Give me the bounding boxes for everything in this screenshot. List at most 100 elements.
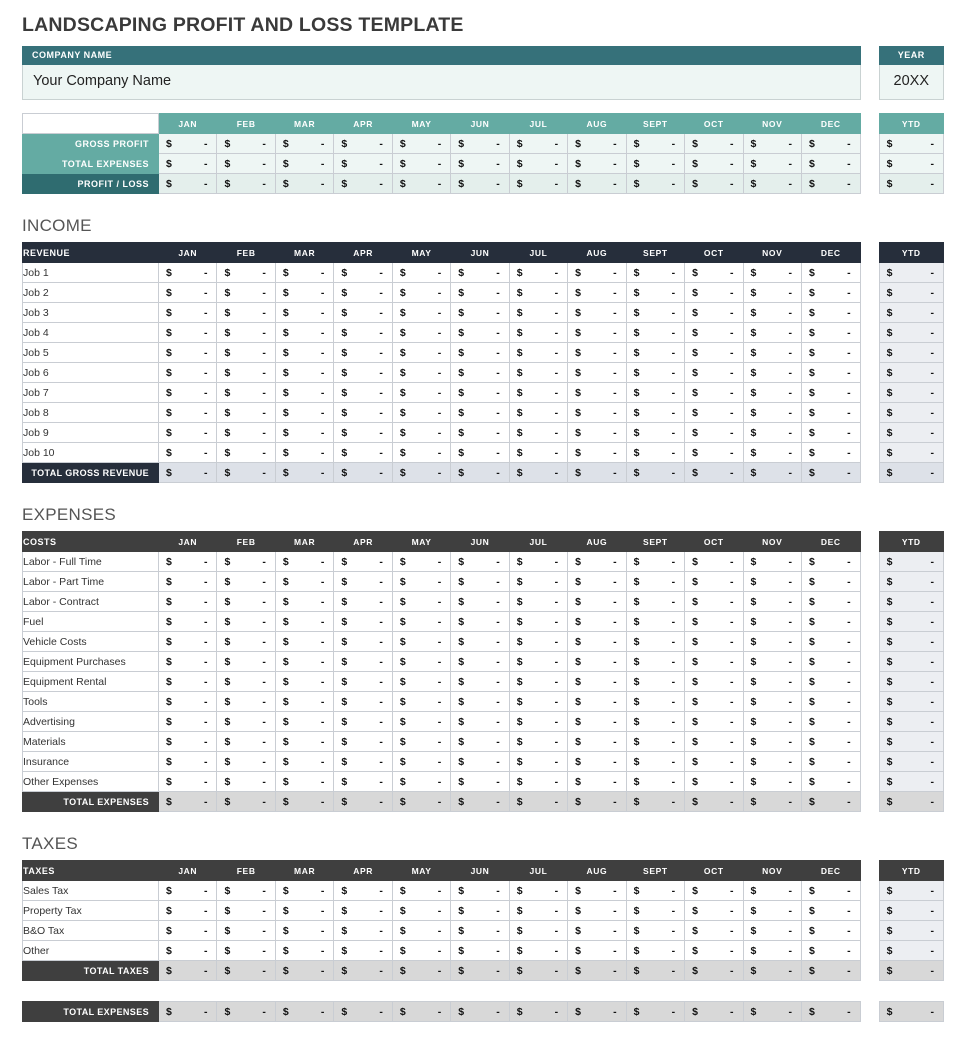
money-cell-dec[interactable]: $ - [800,651,861,672]
money-cell-jun[interactable]: $ - [450,960,510,981]
money-cell-nov[interactable]: $ - [742,920,802,941]
money-cell-apr[interactable]: $ - [333,153,393,174]
row-label[interactable]: Job 9 [22,422,159,443]
money-cell-feb[interactable]: $ - [216,322,276,343]
money-cell-mar[interactable]: $ - [274,382,335,403]
money-cell-feb[interactable]: $ - [216,671,276,692]
money-cell-feb[interactable]: $ - [216,282,276,303]
money-cell-may[interactable]: $ - [391,611,452,632]
money-cell-oct[interactable]: $ - [684,651,744,672]
money-cell-nov[interactable]: $ - [742,691,802,712]
money-cell-may[interactable]: $ - [391,731,452,752]
money-cell-apr[interactable]: $ - [333,731,393,752]
money-cell-feb[interactable]: $ - [216,960,276,981]
ytd-cell[interactable]: $ - [878,551,945,572]
money-cell-jun[interactable]: $ - [450,611,510,632]
money-cell-feb[interactable]: $ - [216,731,276,752]
money-cell-mar[interactable]: $ - [274,422,335,443]
ytd-cell[interactable]: $ - [878,153,945,174]
money-cell-feb[interactable]: $ - [216,153,276,174]
money-cell-may[interactable]: $ - [391,960,452,981]
money-cell-oct[interactable]: $ - [684,791,744,812]
money-cell-apr[interactable]: $ - [333,342,393,363]
money-cell-aug[interactable]: $ - [567,651,627,672]
money-cell-sept[interactable]: $ - [625,611,686,632]
money-cell-sept[interactable]: $ - [625,920,686,941]
money-cell-mar[interactable]: $ - [274,960,335,981]
money-cell-sept[interactable]: $ - [625,342,686,363]
money-cell-apr[interactable]: $ - [333,1001,393,1022]
ytd-cell[interactable]: $ - [878,402,945,423]
money-cell-sept[interactable]: $ - [625,322,686,343]
money-cell-jun[interactable]: $ - [450,422,510,443]
money-cell-mar[interactable]: $ - [274,591,335,612]
money-cell-feb[interactable]: $ - [216,940,276,961]
money-cell-jun[interactable]: $ - [450,362,510,383]
money-cell-jul[interactable]: $ - [508,262,569,283]
money-cell-mar[interactable]: $ - [274,551,335,572]
money-cell-dec[interactable]: $ - [800,791,861,812]
money-cell-nov[interactable]: $ - [742,462,802,483]
row-label[interactable]: Equipment Rental [22,671,159,692]
money-cell-dec[interactable]: $ - [800,382,861,403]
money-cell-mar[interactable]: $ - [274,940,335,961]
money-cell-oct[interactable]: $ - [684,771,744,792]
money-cell-mar[interactable]: $ - [274,691,335,712]
money-cell-sept[interactable]: $ - [625,900,686,921]
money-cell-may[interactable]: $ - [391,651,452,672]
money-cell-jan[interactable]: $ - [157,571,218,592]
money-cell-dec[interactable]: $ - [800,611,861,632]
money-cell-jul[interactable]: $ - [508,153,569,174]
money-cell-mar[interactable]: $ - [274,302,335,323]
money-cell-jan[interactable]: $ - [157,322,218,343]
money-cell-jul[interactable]: $ - [508,920,569,941]
money-cell-nov[interactable]: $ - [742,900,802,921]
money-cell-oct[interactable]: $ - [684,920,744,941]
ytd-cell[interactable]: $ - [878,342,945,363]
money-cell-dec[interactable]: $ - [800,571,861,592]
money-cell-oct[interactable]: $ - [684,442,744,463]
money-cell-jun[interactable]: $ - [450,133,510,154]
money-cell-oct[interactable]: $ - [684,462,744,483]
row-label[interactable]: Advertising [22,711,159,732]
ytd-cell[interactable]: $ - [878,282,945,303]
money-cell-nov[interactable]: $ - [742,342,802,363]
money-cell-jan[interactable]: $ - [157,671,218,692]
money-cell-jun[interactable]: $ - [450,751,510,772]
money-cell-aug[interactable]: $ - [567,133,627,154]
money-cell-sept[interactable]: $ - [625,422,686,443]
money-cell-jul[interactable]: $ - [508,960,569,981]
money-cell-jan[interactable]: $ - [157,262,218,283]
money-cell-nov[interactable]: $ - [742,133,802,154]
money-cell-jun[interactable]: $ - [450,631,510,652]
money-cell-aug[interactable]: $ - [567,711,627,732]
money-cell-aug[interactable]: $ - [567,302,627,323]
money-cell-oct[interactable]: $ - [684,711,744,732]
row-label[interactable]: Property Tax [22,900,159,921]
money-cell-jun[interactable]: $ - [450,153,510,174]
money-cell-dec[interactable]: $ - [800,262,861,283]
money-cell-apr[interactable]: $ - [333,880,393,901]
money-cell-sept[interactable]: $ - [625,751,686,772]
money-cell-dec[interactable]: $ - [800,771,861,792]
ytd-cell[interactable]: $ - [878,711,945,732]
money-cell-sept[interactable]: $ - [625,771,686,792]
money-cell-jun[interactable]: $ - [450,442,510,463]
money-cell-jul[interactable]: $ - [508,711,569,732]
money-cell-jul[interactable]: $ - [508,133,569,154]
money-cell-apr[interactable]: $ - [333,442,393,463]
money-cell-sept[interactable]: $ - [625,362,686,383]
money-cell-nov[interactable]: $ - [742,940,802,961]
money-cell-jun[interactable]: $ - [450,731,510,752]
ytd-cell[interactable]: $ - [878,900,945,921]
money-cell-may[interactable]: $ - [391,900,452,921]
money-cell-may[interactable]: $ - [391,920,452,941]
money-cell-mar[interactable]: $ - [274,771,335,792]
money-cell-jul[interactable]: $ - [508,591,569,612]
money-cell-jun[interactable]: $ - [450,402,510,423]
money-cell-mar[interactable]: $ - [274,153,335,174]
money-cell-jul[interactable]: $ - [508,362,569,383]
money-cell-dec[interactable]: $ - [800,282,861,303]
row-label[interactable]: Job 3 [22,302,159,323]
money-cell-mar[interactable]: $ - [274,731,335,752]
